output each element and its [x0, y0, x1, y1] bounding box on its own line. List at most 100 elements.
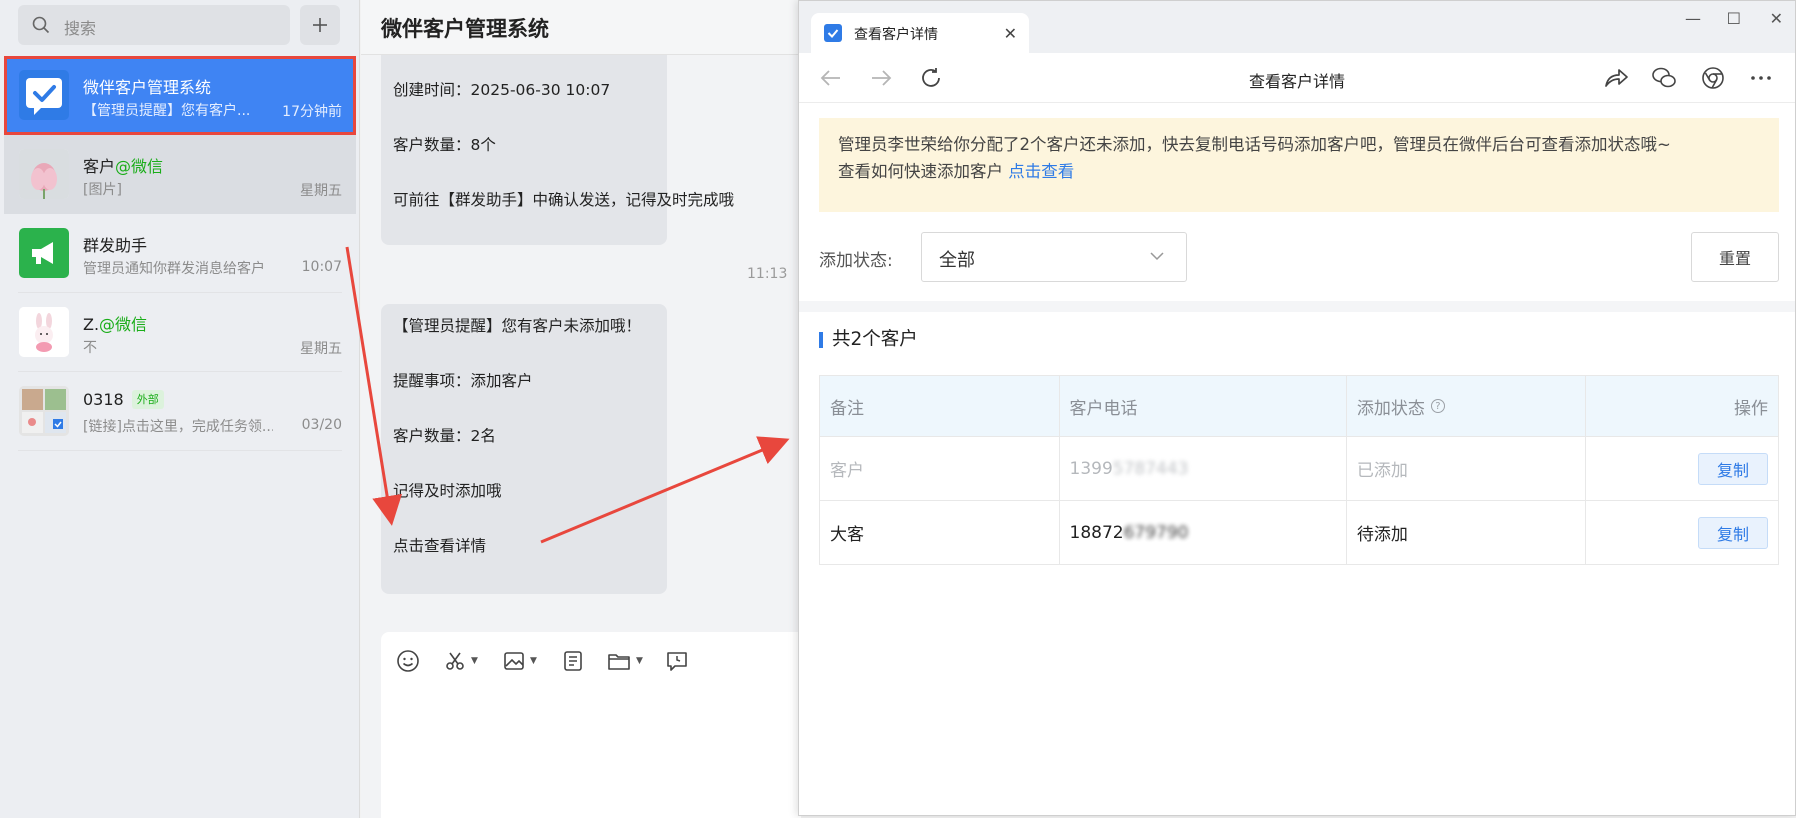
- browser-toolbar: 查看客户详情: [799, 53, 1795, 103]
- chat-name: 群发助手: [83, 236, 148, 255]
- tab-checkbox-icon: [824, 24, 842, 42]
- table-row: 客户 1399 5787443 已添加 复制: [820, 436, 1778, 500]
- add-button[interactable]: [300, 5, 340, 45]
- message-bubble: 【管理员提醒】您有客户未添加哦！ 提醒事项：添加客户 客户数量：2名 记得及时添…: [381, 304, 667, 594]
- maximize-button[interactable]: ☐: [1727, 9, 1741, 28]
- copy-button[interactable]: 复制: [1698, 452, 1769, 485]
- share-icon[interactable]: [1603, 66, 1629, 90]
- phone-visible: 18872: [1069, 522, 1124, 543]
- search-input[interactable]: 搜索: [18, 5, 290, 45]
- chat-time: 星期五: [300, 183, 342, 199]
- chat-name-text: 0318: [83, 390, 124, 409]
- document-icon: [564, 651, 582, 671]
- customer-table: 备注 客户电话 添加状态? 操作 客户 1399 5787443 已添加 复制 大…: [819, 375, 1779, 565]
- folder-icon: [608, 654, 630, 670]
- chat-preview: [链接]点击这里，完成任务领...: [83, 419, 273, 435]
- cell-status: 待添加: [1347, 501, 1587, 564]
- message-composer[interactable]: ▼ ▼ ▼: [381, 632, 801, 818]
- window-titlebar: 查看客户详情 ✕ — ☐ ✕: [799, 1, 1795, 53]
- header-status: 添加状态?: [1347, 376, 1587, 436]
- chat-name: 微伴客户管理系统: [83, 78, 212, 97]
- search-icon: [32, 16, 50, 34]
- megaphone-icon: [19, 228, 69, 278]
- chat-name: 0318 外部: [83, 390, 164, 409]
- notice-help-text: 查看如何快速添加客户: [838, 162, 1003, 181]
- message-line: 记得及时添加哦: [393, 482, 502, 500]
- select-value: 全部: [939, 250, 975, 271]
- notice-view-link[interactable]: 点击查看: [1008, 162, 1074, 181]
- chat-time: 17分钟前: [282, 104, 342, 120]
- chat-time: 10:07: [301, 259, 342, 275]
- phone-blurred: 5787443: [1112, 458, 1189, 479]
- chat-header: 微伴客户管理系统: [361, 0, 801, 55]
- chat-item-weiban[interactable]: 微伴客户管理系统 【管理员提醒】您有客户... 17分钟前: [4, 56, 356, 135]
- minimize-button[interactable]: —: [1685, 9, 1701, 28]
- chat-name: Z.@微信: [83, 311, 147, 335]
- chat-name-text: 客户: [83, 157, 116, 176]
- wechat-icon[interactable]: [1651, 66, 1677, 90]
- document-button[interactable]: [562, 648, 584, 674]
- chat-time: 星期五: [300, 341, 342, 357]
- chat-item-0318[interactable]: 0318 外部 [链接]点击这里，完成任务领... 03/20: [4, 372, 356, 451]
- customer-details-window: 查看客户详情 ✕ — ☐ ✕ 查看客户详情 管理员李世荣给你分配了2个客户还未添…: [798, 0, 1796, 816]
- chevron-down-icon: [1150, 252, 1164, 261]
- message-line: 可前往【群发助手】中确认发送，记得及时完成哦: [393, 191, 735, 209]
- add-status-select[interactable]: 全部: [921, 232, 1187, 282]
- header-action: 操作: [1734, 398, 1769, 419]
- table-header: 备注 客户电话 添加状态? 操作: [820, 376, 1778, 436]
- help-icon[interactable]: ?: [1430, 399, 1445, 413]
- header-status-text: 添加状态: [1356, 398, 1425, 419]
- cell-phone: 18872 679790: [1060, 501, 1347, 564]
- chevron-down-icon: ▼: [636, 656, 643, 666]
- schedule-button[interactable]: [666, 648, 688, 674]
- header-note: 备注: [820, 376, 1060, 436]
- chat-preview: 【管理员提醒】您有客户...: [83, 103, 251, 119]
- filter-label: 添加状态:: [819, 251, 893, 271]
- emoji-button[interactable]: [396, 648, 420, 674]
- folder-button[interactable]: ▼: [607, 648, 643, 674]
- chat-preview: 管理员通知你群发消息给客户: [83, 261, 265, 277]
- chat-time: 03/20: [301, 417, 342, 433]
- message-line: 客户数量：2名: [393, 427, 496, 445]
- message-bubble: 创建时间：2025-06-30 10:07 客户数量：8个 可前往【群发助手】中…: [381, 55, 734, 245]
- tab-close-icon[interactable]: ✕: [1004, 24, 1017, 43]
- weiban-logo-icon: [19, 70, 69, 120]
- reset-button[interactable]: 重置: [1691, 232, 1779, 282]
- customer-count-title: 共2个客户: [819, 330, 918, 349]
- chat-item-customer[interactable]: 客户@微信 [图片] 星期五: [4, 135, 356, 214]
- chrome-icon[interactable]: [1701, 66, 1725, 90]
- view-details-link[interactable]: 点击查看详情: [393, 534, 486, 556]
- copy-button[interactable]: 复制: [1698, 516, 1769, 549]
- chat-list: 微伴客户管理系统 【管理员提醒】您有客户... 17分钟前 客户@微信 [图片]…: [0, 56, 360, 451]
- chat-title: 微伴客户管理系统: [381, 17, 549, 41]
- cell-action: 复制: [1586, 437, 1778, 500]
- section-divider: [799, 301, 1795, 312]
- emoji-icon: [397, 650, 419, 672]
- screenshot-button[interactable]: ▼: [444, 648, 478, 674]
- cell-note: 客户: [820, 437, 1060, 500]
- image-button[interactable]: ▼: [503, 648, 537, 674]
- tab-title: 查看客户详情: [854, 27, 938, 43]
- chat-item-broadcast[interactable]: 群发助手 管理员通知你群发消息给客户 10:07: [4, 214, 356, 293]
- message-line: 创建时间：2025-06-30 10:07: [393, 81, 611, 99]
- cell-action: 复制: [1586, 501, 1778, 564]
- rabbit-avatar: [19, 307, 69, 357]
- filter-row: 添加状态: 全部 重置: [819, 232, 1779, 282]
- tab-customer-details[interactable]: 查看客户详情 ✕: [811, 13, 1029, 53]
- cell-phone: 1399 5787443: [1060, 437, 1347, 500]
- more-icon[interactable]: [1749, 66, 1773, 90]
- scissors-icon: [446, 652, 464, 670]
- notice-banner: 管理员李世荣给你分配了2个客户还未添加，快去复制电话号码添加客户吧，管理员在微伴…: [819, 118, 1779, 212]
- divider: [18, 450, 342, 451]
- chat-item-z[interactable]: Z.@微信 不 星期五: [4, 293, 356, 372]
- chat-preview: 不: [83, 340, 97, 356]
- conversation-sidebar: 搜索 微伴客户管理系统 【管理员提醒】您有客户... 17分钟前 客户@微信 […: [0, 0, 360, 818]
- cell-status: 已添加: [1347, 437, 1587, 500]
- chat-name: 客户@微信: [83, 153, 163, 177]
- header-phone: 客户电话: [1060, 376, 1347, 436]
- group-avatar: [19, 386, 69, 436]
- wechat-suffix: @微信: [115, 157, 164, 176]
- page-title: 查看客户详情: [1248, 72, 1345, 91]
- image-icon: [504, 652, 524, 670]
- close-window-button[interactable]: ✕: [1770, 9, 1783, 28]
